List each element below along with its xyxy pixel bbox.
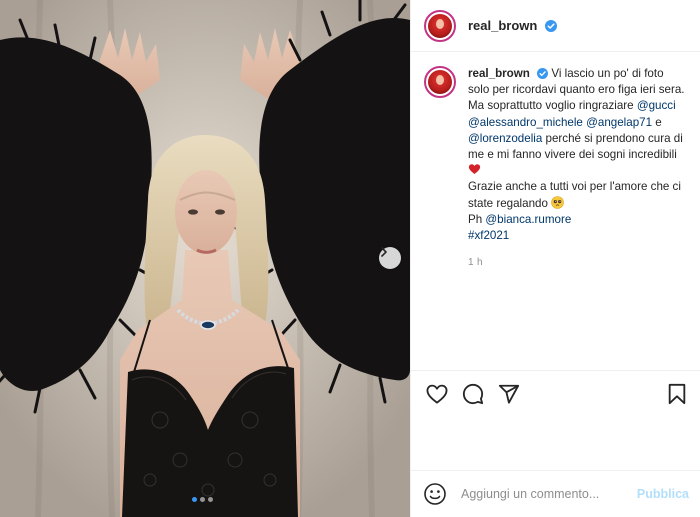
bookmark-icon bbox=[668, 383, 686, 404]
mention-link[interactable]: @lorenzodelia bbox=[468, 132, 542, 145]
avatar-image bbox=[428, 70, 452, 94]
carousel-dot-active bbox=[192, 497, 197, 502]
add-comment-bar: Pubblica bbox=[411, 470, 700, 517]
header-username-text[interactable]: real_brown bbox=[468, 18, 537, 33]
carousel-indicator bbox=[192, 497, 213, 502]
like-button[interactable] bbox=[425, 382, 449, 406]
pleading-face-emoji-icon bbox=[551, 195, 564, 209]
caption-conjunction: e bbox=[652, 115, 662, 129]
carousel-dot bbox=[208, 497, 213, 502]
header-username[interactable]: real_brown bbox=[468, 18, 557, 33]
mention-link[interactable]: @bianca.rumore bbox=[485, 213, 571, 226]
post-photo[interactable] bbox=[0, 0, 410, 517]
caption-username[interactable]: real_brown bbox=[468, 67, 530, 80]
heart-icon bbox=[426, 384, 448, 404]
mention-link[interactable]: @angelap71 bbox=[586, 116, 652, 129]
mention-link[interactable]: @gucci bbox=[637, 99, 676, 112]
comment-input[interactable] bbox=[461, 487, 637, 501]
share-button[interactable] bbox=[497, 382, 521, 406]
caption-avatar[interactable] bbox=[424, 66, 456, 98]
caption-text: real_brown Vi lascio un po' di foto solo… bbox=[468, 66, 687, 244]
carousel-dot bbox=[200, 497, 205, 502]
post-actions bbox=[411, 370, 700, 416]
avatar-image bbox=[428, 13, 452, 38]
paper-plane-icon bbox=[498, 384, 520, 404]
verified-badge-icon bbox=[537, 68, 549, 79]
comment-icon bbox=[462, 383, 484, 404]
caption-line-4: Grazie anche a tutti voi per l'amore che… bbox=[468, 180, 681, 210]
verified-badge-icon bbox=[544, 20, 557, 32]
post-header: real_brown bbox=[411, 0, 700, 52]
publish-button[interactable]: Pubblica bbox=[637, 487, 689, 501]
save-button[interactable] bbox=[665, 382, 689, 406]
post-photo-illustration bbox=[0, 0, 410, 517]
smiley-icon[interactable] bbox=[423, 482, 447, 506]
mention-link[interactable]: @alessandro_michele bbox=[468, 116, 583, 129]
next-slide-button[interactable] bbox=[379, 247, 401, 269]
red-heart-emoji-icon bbox=[468, 164, 481, 175]
avatar[interactable] bbox=[424, 9, 456, 42]
caption-block: real_brown Vi lascio un po' di foto solo… bbox=[411, 52, 700, 244]
chevron-right-icon bbox=[381, 247, 387, 257]
photo-credit-label: Ph bbox=[468, 212, 486, 226]
post-timestamp[interactable]: 1 h bbox=[468, 257, 700, 268]
caption-line-2: Ma soprattutto voglio ringraziare bbox=[468, 99, 637, 113]
post-details-panel: real_brown real_brown Vi lascio un po' d… bbox=[410, 0, 700, 517]
comment-button[interactable] bbox=[461, 382, 485, 406]
hashtag-link[interactable]: #xf2021 bbox=[468, 229, 509, 242]
